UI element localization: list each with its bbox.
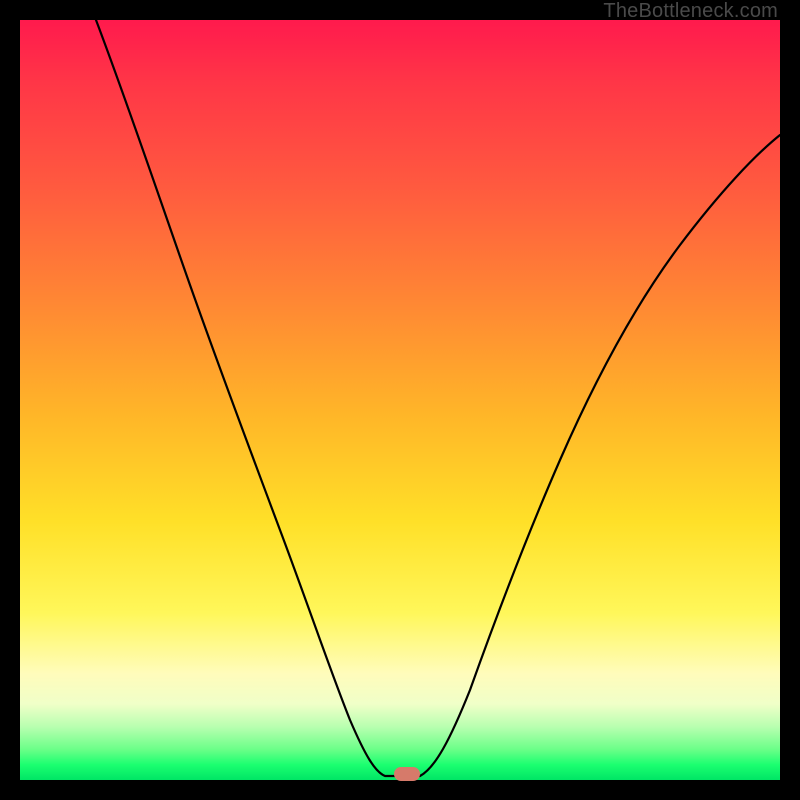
bottleneck-curve-svg [20,20,780,780]
optimum-marker [394,767,420,781]
watermark-text: TheBottleneck.com [603,0,778,23]
chart-frame: TheBottleneck.com [0,0,800,800]
bottleneck-curve [96,20,780,776]
plot-area [20,20,780,780]
